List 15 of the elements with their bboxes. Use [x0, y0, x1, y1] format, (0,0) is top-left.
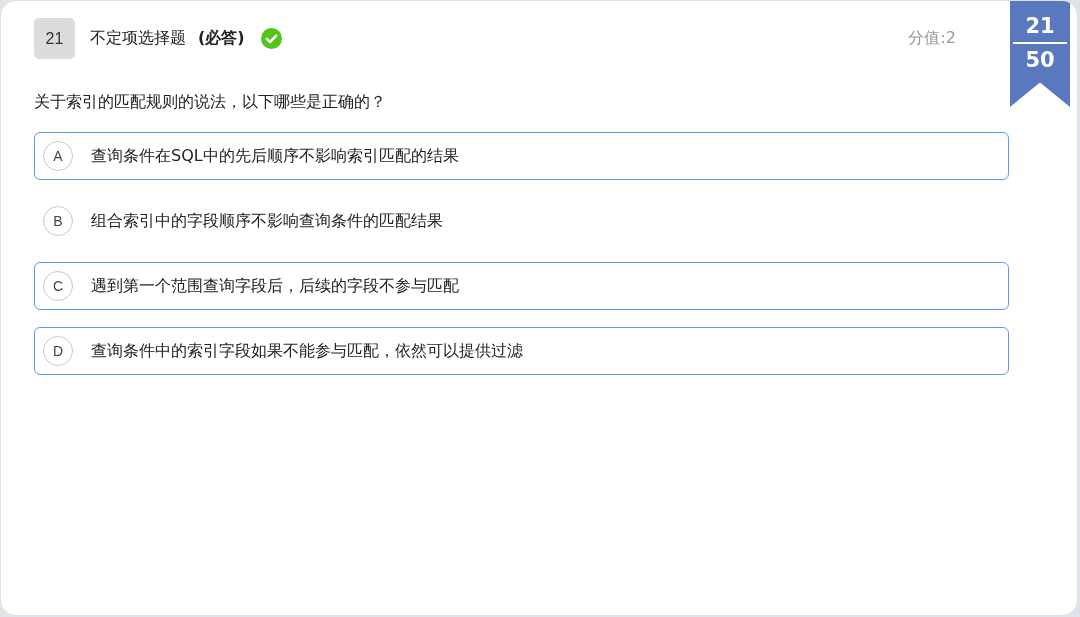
- question-text: 关于索引的匹配规则的说法，以下哪些是正确的？: [34, 91, 387, 113]
- answer-option[interactable]: D 查询条件中的索引字段如果不能参与匹配，依然可以提供过滤: [34, 327, 1009, 375]
- required-label: (必答): [198, 28, 245, 49]
- answer-option[interactable]: C 遇到第一个范围查询字段后，后续的字段不参与匹配: [34, 262, 1009, 310]
- current-question-number: 21: [1025, 13, 1055, 39]
- option-text: 遇到第一个范围查询字段后，后续的字段不参与匹配: [91, 275, 459, 297]
- option-text: 查询条件中的索引字段如果不能参与匹配，依然可以提供过滤: [91, 340, 523, 362]
- option-text: 查询条件在SQL中的先后顺序不影响索引匹配的结果: [91, 145, 459, 167]
- score-label: 分值:2: [908, 28, 956, 49]
- answer-option[interactable]: B 组合索引中的字段顺序不影响查询条件的匹配结果: [34, 197, 1009, 245]
- question-number: 21: [34, 18, 75, 59]
- total-questions: 50: [1025, 47, 1055, 73]
- answer-option[interactable]: A 查询条件在SQL中的先后顺序不影响索引匹配的结果: [34, 132, 1009, 180]
- option-text: 组合索引中的字段顺序不影响查询条件的匹配结果: [91, 210, 443, 232]
- question-type: 不定项选择题: [90, 28, 186, 49]
